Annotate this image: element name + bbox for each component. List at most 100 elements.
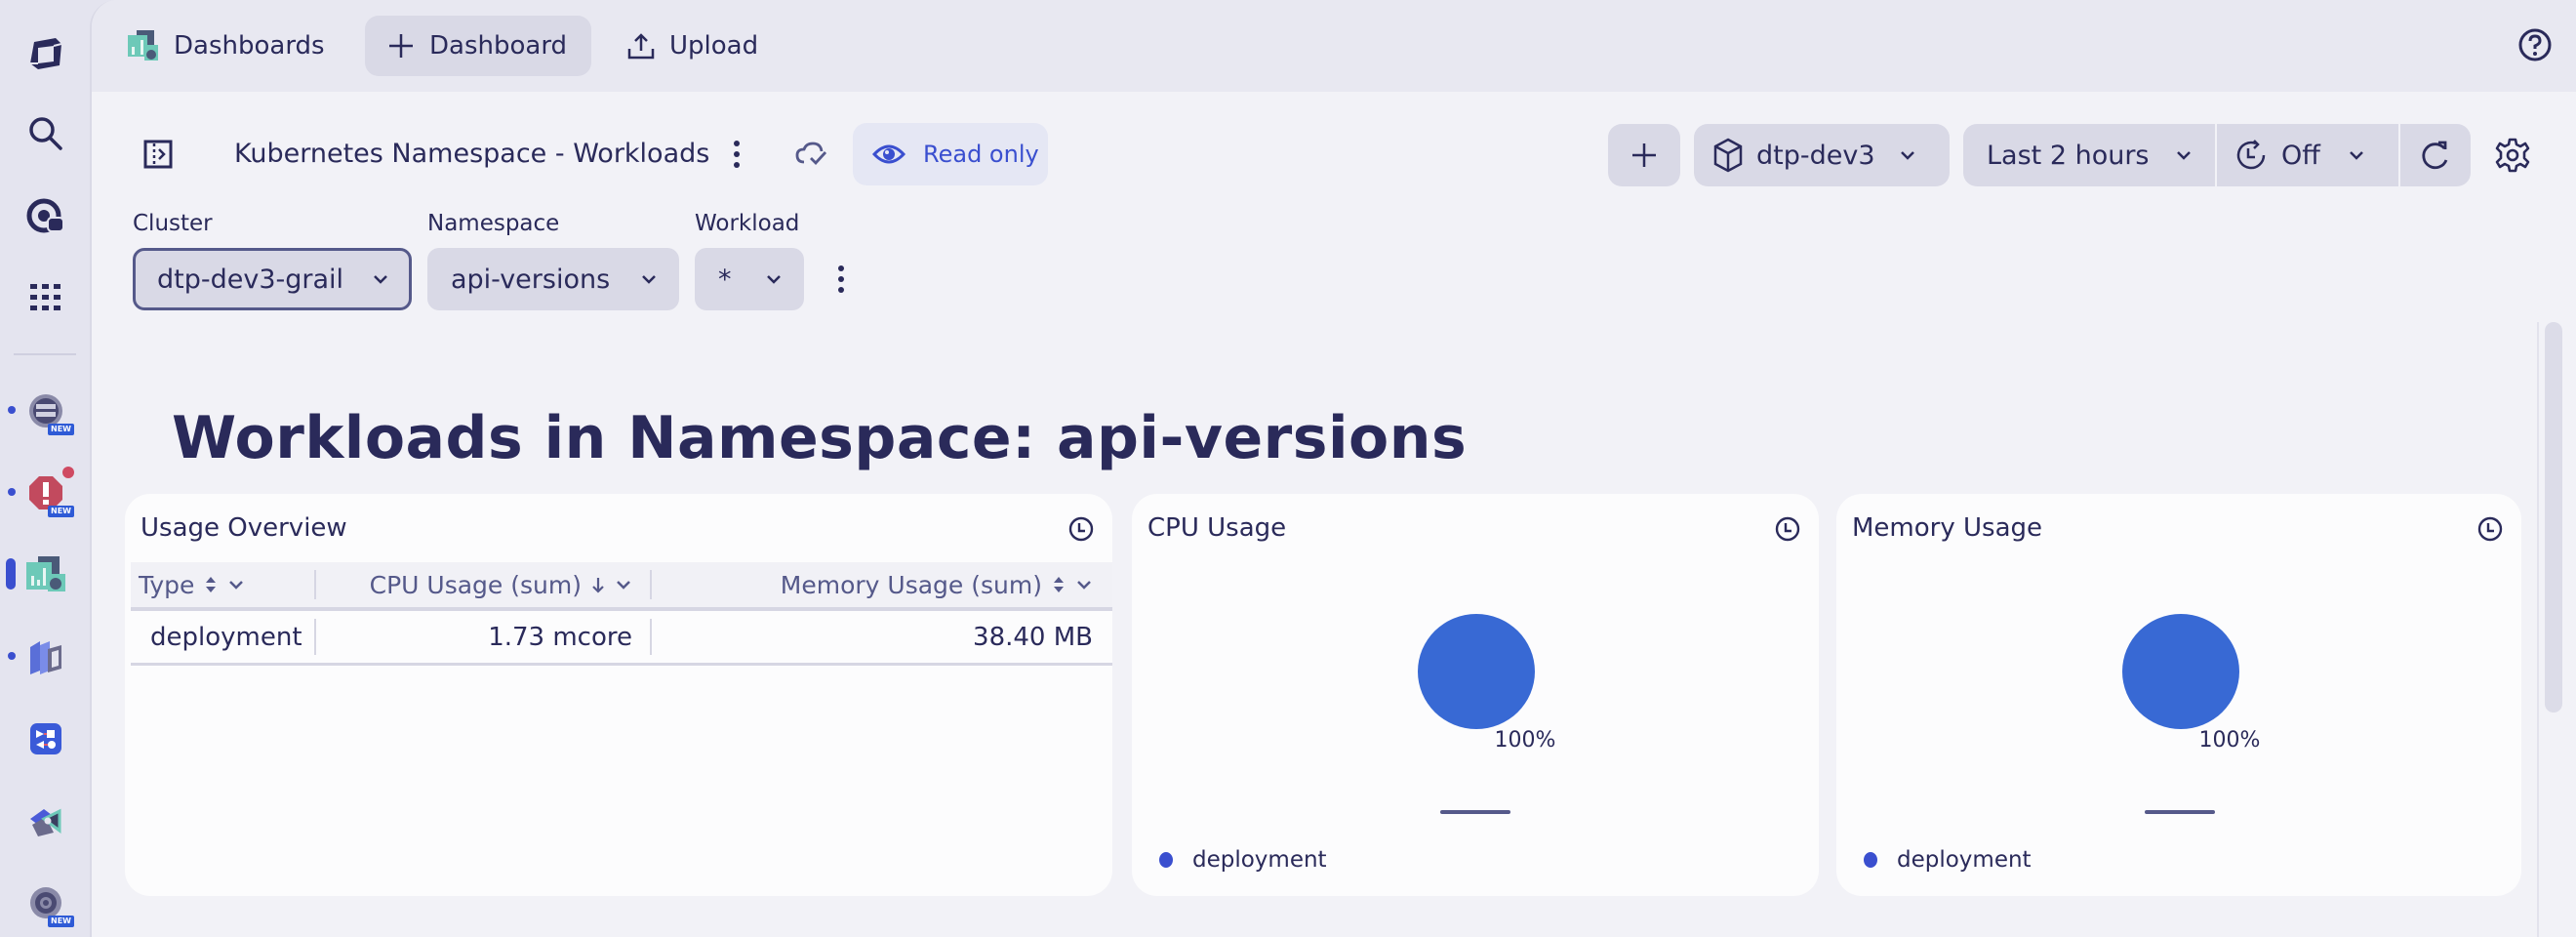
environment-value: dtp-dev3 xyxy=(1756,140,1875,171)
refresh-button[interactable] xyxy=(2400,124,2471,186)
timeframe-value: Last 2 hours xyxy=(1987,140,2150,171)
scroll-divider xyxy=(2537,322,2539,937)
variable-label-workload: Workload xyxy=(695,211,800,236)
tile-title: Usage Overview xyxy=(141,513,347,543)
chevron-down-icon xyxy=(2176,151,2191,160)
help-icon[interactable] xyxy=(2517,27,2553,62)
cluster-variable-value: dtp-dev3-grail xyxy=(157,264,344,295)
new-dashboard-button[interactable]: Dashboard xyxy=(365,16,591,76)
rail-item-dashboards[interactable] xyxy=(21,550,70,598)
chart-legend: deployment xyxy=(1159,847,1327,873)
dashboards-nav-button[interactable]: Dashboards xyxy=(105,16,346,76)
variable-label-namespace: Namespace xyxy=(427,211,560,236)
eye-icon xyxy=(872,144,906,164)
column-header-type[interactable]: Type xyxy=(131,562,316,607)
cell-cpu: 1.73 mcore xyxy=(316,611,652,663)
upload-button[interactable]: Upload xyxy=(605,16,780,76)
rail-divider xyxy=(14,353,76,355)
environment-selector[interactable]: dtp-dev3 xyxy=(1694,124,1950,186)
app-rail: NEW NEW NEW xyxy=(0,0,90,937)
kubernetes-app-icon xyxy=(30,641,61,674)
new-dashboard-label: Dashboard xyxy=(429,31,568,61)
refresh-interval-selector[interactable]: Off xyxy=(2217,124,2398,186)
column-header-memory[interactable]: Memory Usage (sum) xyxy=(652,562,1112,607)
cloud-check-icon xyxy=(795,142,827,166)
refresh-interval-value: Off xyxy=(2281,140,2320,171)
clock-icon[interactable] xyxy=(1067,515,1095,543)
more-vertical-icon xyxy=(838,265,844,293)
new-badge: NEW xyxy=(48,916,74,927)
rail-indicator-dot xyxy=(8,652,16,660)
dashboard-more-button[interactable] xyxy=(722,137,751,172)
rail-item-workflows[interactable]: NEW xyxy=(21,387,74,435)
column-header-cpu[interactable]: CPU Usage (sum) xyxy=(316,562,652,607)
pie-slice-deployment[interactable] xyxy=(1418,614,1535,729)
timeframe-selector[interactable]: Last 2 hours xyxy=(1963,124,2215,186)
memory-usage-tile: Memory Usage 100% deployment xyxy=(1836,494,2521,896)
cpu-usage-tile: CPU Usage 100% deployment xyxy=(1132,494,1819,896)
namespace-variable-select[interactable]: api-versions xyxy=(427,248,679,310)
rail-item-kubernetes[interactable] xyxy=(21,632,70,681)
chevron-down-icon xyxy=(767,275,781,284)
pie-slice-deployment[interactable] xyxy=(2122,614,2239,729)
auto-refresh-icon xyxy=(2236,140,2266,170)
new-badge: NEW xyxy=(48,424,74,435)
rail-item-automation[interactable] xyxy=(21,714,70,763)
rail-item-problems[interactable]: NEW xyxy=(21,467,74,517)
upload-icon xyxy=(627,33,655,60)
chevron-down-icon xyxy=(2349,151,2363,160)
search-icon xyxy=(29,117,62,150)
dashboards-app-icon xyxy=(128,30,158,61)
cluster-variable-select[interactable]: dtp-dev3-grail xyxy=(133,248,412,310)
namespace-variable-value: api-versions xyxy=(451,264,611,295)
legend-dot xyxy=(1159,852,1173,868)
sort-icon xyxy=(1054,577,1064,592)
dashboards-label: Dashboards xyxy=(174,31,325,61)
chart-legend: deployment xyxy=(1864,847,2032,873)
workload-variable-value: * xyxy=(718,264,732,295)
rail-item-settings[interactable]: NEW xyxy=(21,878,74,927)
legend-label[interactable]: deployment xyxy=(1192,847,1327,873)
dynatrace-logo-button[interactable] xyxy=(21,29,70,78)
variable-label-cluster: Cluster xyxy=(133,211,213,236)
pie-scroll-indicator xyxy=(2145,810,2215,814)
refresh-icon xyxy=(2422,141,2448,170)
chevron-down-icon xyxy=(229,581,244,590)
apps-grid-button[interactable] xyxy=(21,273,70,322)
usage-overview-tile: Usage Overview Type CPU Usage (sum) Memo… xyxy=(125,494,1112,896)
app-topbar: Dashboards Dashboard Upload xyxy=(92,0,2576,92)
more-vertical-icon xyxy=(734,141,740,168)
add-tile-button[interactable] xyxy=(1608,124,1680,186)
dashboards-app-icon xyxy=(26,556,65,591)
memory-pie-chart: 100% xyxy=(2122,614,2260,753)
page-scrollbar[interactable] xyxy=(2545,322,2562,713)
rail-item-notebooks[interactable] xyxy=(21,796,70,845)
gear-icon xyxy=(2495,138,2530,173)
toggle-sidebar-button[interactable] xyxy=(141,137,176,172)
chevron-down-icon xyxy=(374,275,387,284)
search-button[interactable] xyxy=(21,109,70,158)
sidebar-expand-icon xyxy=(143,140,173,169)
pie-data-label: 100% xyxy=(1495,728,1556,753)
read-only-badge[interactable]: Read only xyxy=(853,123,1048,185)
variables-more-button[interactable] xyxy=(831,262,851,297)
copilot-button[interactable] xyxy=(21,191,70,240)
dashboard-title: Kubernetes Namespace - Workloads xyxy=(234,139,710,169)
table-row[interactable]: deployment 1.73 mcore 38.40 MB xyxy=(131,611,1112,666)
legend-label[interactable]: deployment xyxy=(1897,847,2032,873)
saved-status xyxy=(794,139,829,170)
copilot-icon xyxy=(26,198,64,233)
notebooks-app-icon xyxy=(30,808,61,836)
cell-type: deployment xyxy=(131,611,316,663)
cpu-pie-chart: 100% xyxy=(1418,614,1556,753)
chevron-down-icon xyxy=(617,581,630,590)
sort-descending-icon xyxy=(592,578,604,593)
rail-indicator-dot xyxy=(8,488,16,496)
section-heading: Workloads in Namespace: api-versions xyxy=(172,404,1468,472)
usage-table: Type CPU Usage (sum) Memory Usage (sum) … xyxy=(131,562,1112,666)
rail-indicator-dot xyxy=(8,406,16,414)
dashboard-settings-button[interactable] xyxy=(2494,137,2531,174)
read-only-label: Read only xyxy=(923,141,1039,168)
plus-icon xyxy=(389,34,413,58)
workload-variable-select[interactable]: * xyxy=(695,248,804,310)
